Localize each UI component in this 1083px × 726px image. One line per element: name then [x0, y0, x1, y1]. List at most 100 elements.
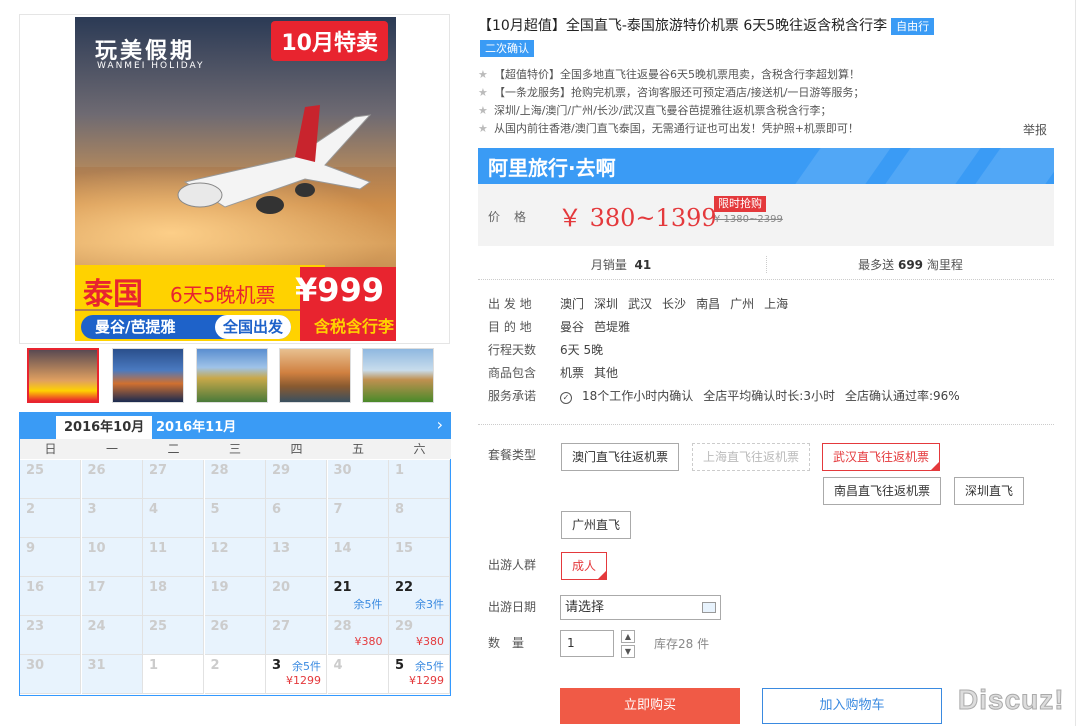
day-number: 13: [272, 541, 291, 556]
calendar-day: 15: [389, 538, 450, 577]
report-link[interactable]: 举报: [1023, 121, 1047, 138]
day-number: 28: [333, 619, 352, 634]
day-number: 30: [333, 463, 352, 478]
dest-city: 芭堤雅: [594, 320, 631, 334]
calendar-day: 20: [266, 577, 327, 616]
highlight-item: ★ 深圳/上海/澳门/广州/长沙/武汉直飞曼谷芭提雅往返机票含税含行李；: [478, 102, 1058, 120]
day-number: 8: [395, 502, 405, 517]
thumbnail-5[interactable]: [362, 348, 434, 403]
quantity-label: 数 量: [488, 636, 525, 650]
attr-label: 服务承诺: [488, 389, 537, 403]
depart-city: 澳门: [560, 297, 585, 311]
band-stripe: [885, 148, 981, 184]
thumbnail-2[interactable]: [112, 348, 184, 403]
calendar-day: 19: [204, 577, 266, 616]
attr-values: 机票 其他: [560, 364, 628, 383]
day-stock: 余5件: [353, 598, 383, 611]
day-stock: 余3件: [415, 598, 444, 611]
calendar-day: 29: [266, 460, 327, 499]
tag-second-confirm: 二次确认: [480, 40, 534, 57]
banner-country: 泰国: [83, 277, 143, 312]
attr-values: 澳门 深圳 武汉 长沙 南昌 广州 上海: [560, 295, 798, 314]
star-icon: ★: [478, 68, 488, 81]
banner-dest-text: 曼谷/芭提雅: [95, 318, 176, 336]
page-edge: [1075, 0, 1083, 726]
attr-values: 曼谷 芭堤雅: [560, 318, 640, 337]
package-option-macau[interactable]: 澳门直飞往返机票: [561, 443, 680, 471]
quantity-up-icon[interactable]: ▲: [621, 630, 635, 643]
quantity-down-icon[interactable]: ▼: [621, 645, 635, 658]
calendar-day[interactable]: 3 余5件 ¥1299: [266, 655, 327, 694]
thumbnail-1[interactable]: [27, 348, 99, 403]
reward-points: 最多送 699 淘里程: [766, 256, 1054, 273]
calendar-day: 12: [204, 538, 266, 577]
day-number: 2: [26, 502, 36, 517]
calendar-day: 25: [143, 616, 204, 655]
day-number: 3: [272, 658, 282, 673]
monthly-sales: 月销量 41: [478, 256, 764, 273]
day-number: 17: [87, 580, 106, 595]
star-icon: ★: [478, 122, 488, 135]
package-label: 套餐类型: [488, 448, 537, 462]
service-item: 18个工作小时内确认: [582, 389, 694, 403]
day-number: 9: [26, 541, 36, 556]
calendar-day[interactable]: 22 余3件: [389, 577, 450, 616]
day-number: 3: [87, 502, 97, 517]
add-to-cart-button[interactable]: 加入购物车: [762, 688, 942, 724]
day-price: ¥380: [354, 635, 383, 648]
attr-dest: 目 的 地 曼谷 芭堤雅: [488, 318, 1048, 341]
day-number: 25: [26, 463, 45, 478]
calendar-day: 26: [81, 460, 143, 499]
day-price: ¥380: [416, 635, 444, 648]
calendar-day[interactable]: 5 余5件 ¥1299: [389, 655, 450, 694]
calendar-icon[interactable]: [702, 602, 716, 613]
calendar-day: 31: [81, 655, 143, 694]
day-stock: 余5件: [415, 660, 444, 673]
thumbnail-3[interactable]: [196, 348, 268, 403]
star-icon: ★: [478, 104, 488, 117]
calendar-day: 25: [20, 460, 81, 499]
calendar-day[interactable]: 29 ¥380: [389, 616, 450, 655]
package-option-nanchang[interactable]: 南昌直飞往返机票: [823, 477, 942, 505]
attr-label: 商品包含: [488, 366, 537, 380]
highlight-text: 【一条龙服务】抢购完机票，咨询客服还可预定酒店/接送机/一日游等服务；: [494, 86, 865, 99]
thumbnail-4[interactable]: [279, 348, 351, 403]
chevron-right-icon[interactable]: ›: [437, 415, 443, 434]
calendar-day[interactable]: 21 余5件: [327, 577, 389, 616]
day-number: 27: [272, 619, 291, 634]
depart-city: 深圳: [594, 297, 619, 311]
attr-label: 行程天数: [488, 343, 537, 357]
quantity-input[interactable]: 1: [560, 630, 614, 657]
highlight-item: ★ 【一条龙服务】抢购完机票，咨询客服还可预定酒店/接送机/一日游等服务；: [478, 84, 1058, 102]
tab-next-month[interactable]: 2016年11月: [148, 416, 244, 439]
package-option-shenzhen[interactable]: 深圳直飞: [954, 477, 1025, 505]
promo-badge: 10月特卖: [271, 21, 388, 61]
price-value: ￥ 380~1399: [558, 204, 717, 232]
package-option-guangzhou[interactable]: 广州直飞: [561, 511, 632, 539]
day-number: 27: [149, 463, 168, 478]
travel-date-input[interactable]: 请选择: [560, 595, 721, 620]
calendar-day: 26: [204, 616, 266, 655]
group-label: 出游人群: [488, 558, 537, 572]
day-price: ¥1299: [286, 674, 321, 687]
group-option-adult[interactable]: 成人: [561, 552, 608, 580]
attr-label: 目 的 地: [488, 320, 532, 334]
day-number: 4: [333, 658, 343, 673]
package-option-wuhan[interactable]: 武汉直飞往返机票: [822, 443, 941, 471]
main-product-image[interactable]: 玩美假期 WANMEI HOLIDAY 10月特卖 泰国 6天5晚机票 曼谷/芭…: [75, 17, 396, 341]
brand-logo-sub: WANMEI HOLIDAY: [97, 61, 205, 71]
banner-note: 含税含行李: [313, 317, 394, 336]
monthly-sales-label: 月销量: [590, 258, 627, 272]
buy-now-button[interactable]: 立即购买: [560, 688, 740, 724]
divider: [478, 424, 1054, 425]
tab-current-month[interactable]: 2016年10月: [56, 416, 153, 439]
calendar-day: 2: [204, 655, 266, 694]
include-item: 其他: [594, 366, 619, 380]
day-price: ¥1299: [409, 674, 444, 687]
attr-days: 行程天数 6天 5晚: [488, 341, 1048, 364]
brand-line: 阿里旅行·去啊: [488, 156, 616, 180]
points-prefix: 最多送: [858, 258, 895, 272]
day-number: 18: [149, 580, 168, 595]
calendar-day[interactable]: 28 ¥380: [327, 616, 389, 655]
day-number: 29: [395, 619, 414, 634]
